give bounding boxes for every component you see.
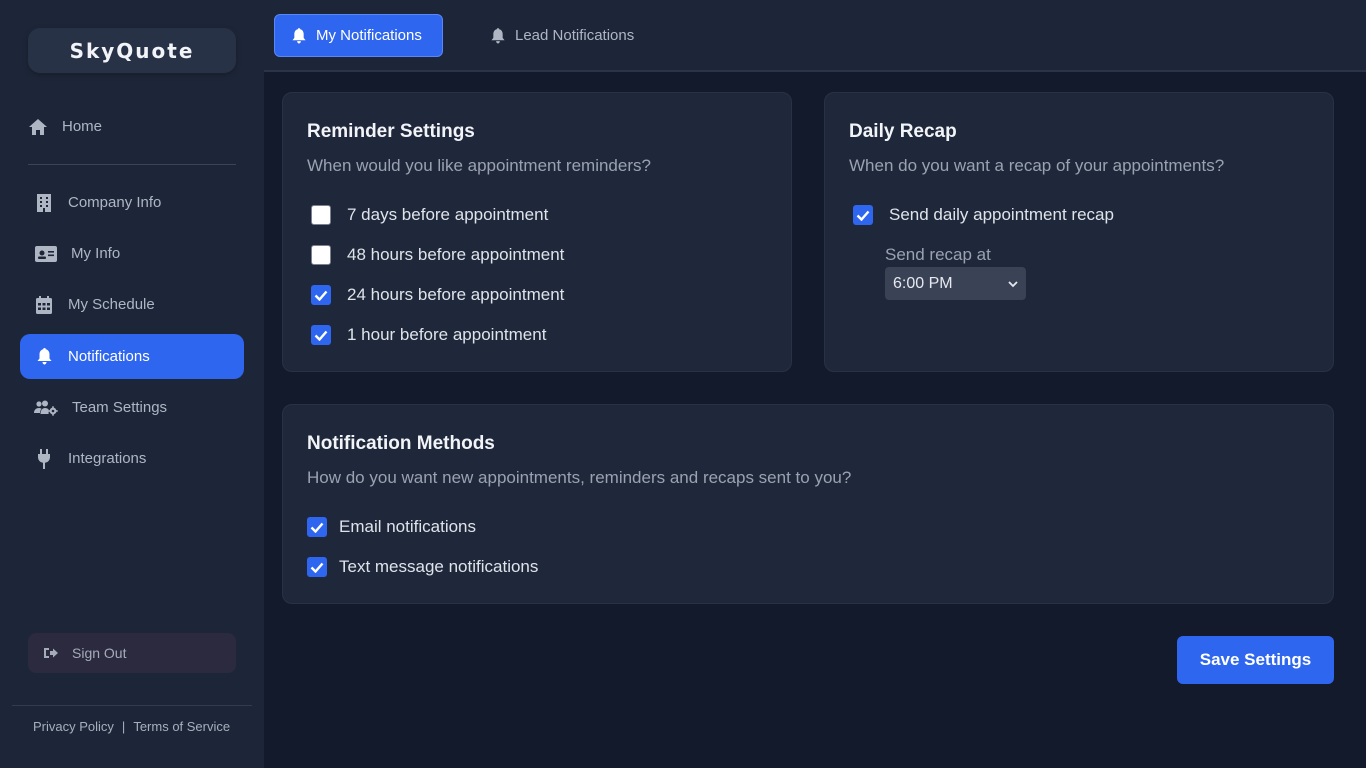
- sidebar-item-notifications[interactable]: Notifications: [20, 334, 244, 379]
- card-subtitle: How do you want new appointments, remind…: [307, 468, 852, 487]
- reminder-option-48-hours[interactable]: 48 hours before appointment: [311, 245, 564, 265]
- sign-out-icon: [44, 646, 58, 660]
- sign-out-button[interactable]: Sign Out: [28, 633, 236, 673]
- checkbox[interactable]: [311, 285, 331, 305]
- option-label: Email notifications: [339, 517, 477, 536]
- card-title: Reminder Settings: [307, 121, 475, 142]
- reminder-option-1-hour[interactable]: 1 hour before appointment: [311, 325, 546, 345]
- id-card-icon: [35, 244, 57, 264]
- bell-icon: [292, 27, 308, 44]
- option-label: 24 hours before appointment: [347, 285, 565, 304]
- sign-out-label: Sign Out: [72, 645, 127, 661]
- reminder-settings-card: Reminder Settings When would you like ap…: [282, 92, 792, 372]
- save-settings-button[interactable]: Save Settings: [1177, 636, 1334, 684]
- sidebar: SkyQuote Home Company Info My Info My Sc…: [0, 0, 264, 768]
- tab-lead-notifications[interactable]: Lead Notifications: [491, 14, 644, 57]
- sidebar-item-label: Company Info: [68, 194, 162, 211]
- sidebar-item-label: Home: [62, 118, 103, 135]
- option-label: 7 days before appointment: [347, 205, 549, 224]
- sidebar-item-company-info[interactable]: Company Info: [20, 180, 244, 225]
- option-label: Text message notifications: [339, 557, 539, 576]
- sidebar-item-home[interactable]: Home: [14, 104, 238, 149]
- reminder-option-7-days[interactable]: 7 days before appointment: [311, 205, 548, 225]
- bell-icon: [491, 27, 507, 44]
- sidebar-item-my-schedule[interactable]: My Schedule: [20, 282, 244, 327]
- sidebar-item-label: My Schedule: [68, 296, 155, 313]
- checkbox[interactable]: [311, 325, 331, 345]
- terms-of-service-link[interactable]: Terms of Service: [133, 719, 230, 734]
- brand-logo: SkyQuote: [28, 28, 236, 73]
- text-message-notifications-option[interactable]: Text message notifications: [307, 557, 538, 577]
- footer-links: Privacy Policy | Terms of Service: [33, 719, 230, 734]
- checkbox[interactable]: [311, 205, 331, 225]
- recap-time-label: Send recap at: [885, 245, 991, 264]
- sidebar-item-integrations[interactable]: Integrations: [20, 436, 244, 481]
- sidebar-divider: [28, 164, 236, 165]
- building-icon: [34, 193, 54, 213]
- sidebar-item-label: My Info: [71, 245, 121, 262]
- card-title: Notification Methods: [307, 433, 495, 454]
- checkbox[interactable]: [307, 517, 327, 537]
- recap-time-value: 6:00 PM: [893, 274, 953, 292]
- checkbox[interactable]: [853, 205, 873, 225]
- bell-icon: [34, 347, 54, 367]
- option-label: 1 hour before appointment: [347, 325, 547, 344]
- sidebar-item-my-info[interactable]: My Info: [20, 231, 244, 276]
- checkmark-icon: [314, 330, 328, 341]
- option-label: 48 hours before appointment: [347, 245, 565, 264]
- sidebar-item-team-settings[interactable]: Team Settings: [20, 385, 244, 430]
- daily-recap-option[interactable]: Send daily appointment recap: [853, 205, 1114, 225]
- checkmark-icon: [856, 210, 870, 221]
- privacy-policy-link[interactable]: Privacy Policy: [33, 719, 114, 734]
- option-label: Send daily appointment recap: [889, 205, 1114, 224]
- recap-time-select[interactable]: 6:00 PM: [885, 267, 1026, 300]
- checkmark-icon: [310, 522, 324, 533]
- chevron-down-icon: [1008, 275, 1018, 293]
- reminder-option-24-hours[interactable]: 24 hours before appointment: [311, 285, 564, 305]
- card-subtitle: When would you like appointment reminder…: [307, 156, 651, 175]
- checkmark-icon: [314, 290, 328, 301]
- daily-recap-card: Daily Recap When do you want a recap of …: [824, 92, 1334, 372]
- sidebar-item-label: Integrations: [68, 450, 147, 467]
- card-subtitle: When do you want a recap of your appoint…: [849, 156, 1225, 175]
- checkmark-icon: [310, 562, 324, 573]
- home-icon: [28, 117, 48, 137]
- calendar-icon: [34, 295, 54, 315]
- tab-label: My Notifications: [316, 27, 422, 44]
- notification-methods-card: Notification Methods How do you want new…: [282, 404, 1334, 604]
- team-gear-icon: [34, 398, 58, 418]
- footer-divider: [12, 705, 252, 706]
- checkbox[interactable]: [311, 245, 331, 265]
- tab-label: Lead Notifications: [515, 27, 635, 44]
- tab-my-notifications[interactable]: My Notifications: [274, 14, 443, 57]
- plug-icon: [34, 448, 54, 469]
- sidebar-item-label: Team Settings: [72, 399, 168, 416]
- card-title: Daily Recap: [849, 121, 957, 142]
- footer-separator: |: [121, 719, 126, 734]
- email-notifications-option[interactable]: Email notifications: [307, 517, 476, 537]
- sidebar-item-label: Notifications: [68, 348, 150, 365]
- tab-bar: My Notifications Lead Notifications: [264, 0, 1366, 72]
- checkbox[interactable]: [307, 557, 327, 577]
